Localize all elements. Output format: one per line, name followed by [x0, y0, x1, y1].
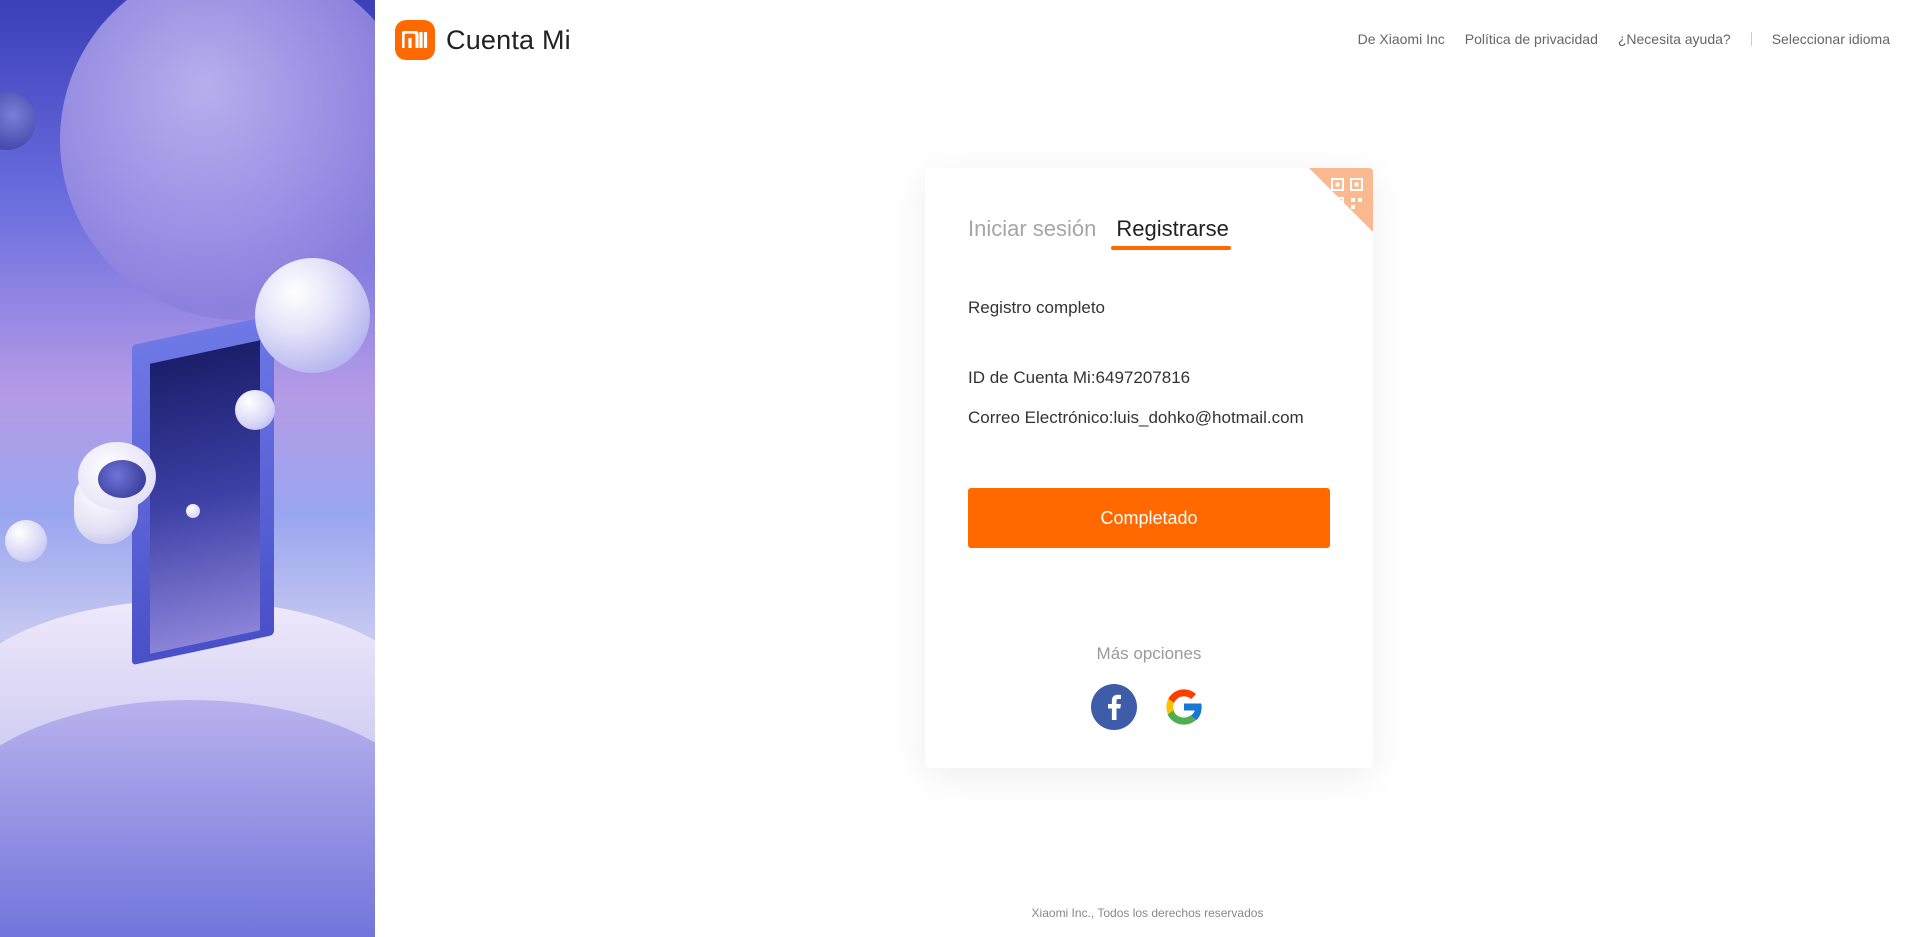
auth-tabs: Iniciar sesión Registrarse: [968, 216, 1231, 250]
facebook-login-button[interactable]: [1091, 684, 1137, 730]
qr-login-toggle[interactable]: [1309, 168, 1373, 232]
mi-logo-icon: [395, 20, 435, 60]
social-login: [925, 684, 1373, 730]
active-tab-indicator: [1111, 246, 1231, 250]
tab-login[interactable]: Iniciar sesión: [968, 216, 1096, 250]
help-link[interactable]: ¿Necesita ayuda?: [1618, 31, 1731, 47]
bubble-illustration: [235, 390, 275, 430]
astronaut-visor-illustration: [98, 460, 146, 498]
bubble-illustration: [186, 504, 200, 518]
portal-door-space: [150, 340, 260, 654]
hero-illustration: [0, 0, 375, 937]
google-login-button[interactable]: [1161, 684, 1207, 730]
top-nav: De Xiaomi Inc Política de privacidad ¿Ne…: [1338, 31, 1890, 47]
dune-foreground-illustration: [0, 700, 375, 937]
tab-register-label: Registrarse: [1116, 216, 1229, 241]
account-id-text: ID de Cuenta Mi:6497207816: [968, 368, 1191, 387]
footer-copyright: Xiaomi Inc., Todos los derechos reservad…: [1031, 906, 1264, 920]
bubble-illustration: [5, 520, 47, 562]
moon-illustration: [0, 92, 36, 150]
brand[interactable]: Cuenta Mi: [395, 20, 571, 60]
brand-name: Cuenta Mi: [446, 24, 571, 55]
google-icon: [1166, 689, 1203, 725]
tab-register[interactable]: Registrarse: [1111, 216, 1231, 250]
language-link[interactable]: Seleccionar idioma: [1772, 31, 1890, 47]
registration-status: Registro completo: [968, 298, 1106, 317]
facebook-icon: [1108, 694, 1121, 720]
done-button[interactable]: Completado: [968, 488, 1330, 548]
more-options-label: Más opciones: [1096, 644, 1202, 663]
nav-divider: [1750, 32, 1752, 46]
privacy-link[interactable]: Política de privacidad: [1465, 31, 1598, 47]
about-link[interactable]: De Xiaomi Inc: [1358, 31, 1445, 47]
register-card: Iniciar sesión Registrarse Registro comp…: [925, 168, 1373, 768]
qr-code-icon: [1331, 178, 1363, 210]
small-planet-illustration: [255, 258, 370, 373]
email-text: Correo Electrónico:luis_dohko@hotmail.co…: [968, 408, 1304, 427]
